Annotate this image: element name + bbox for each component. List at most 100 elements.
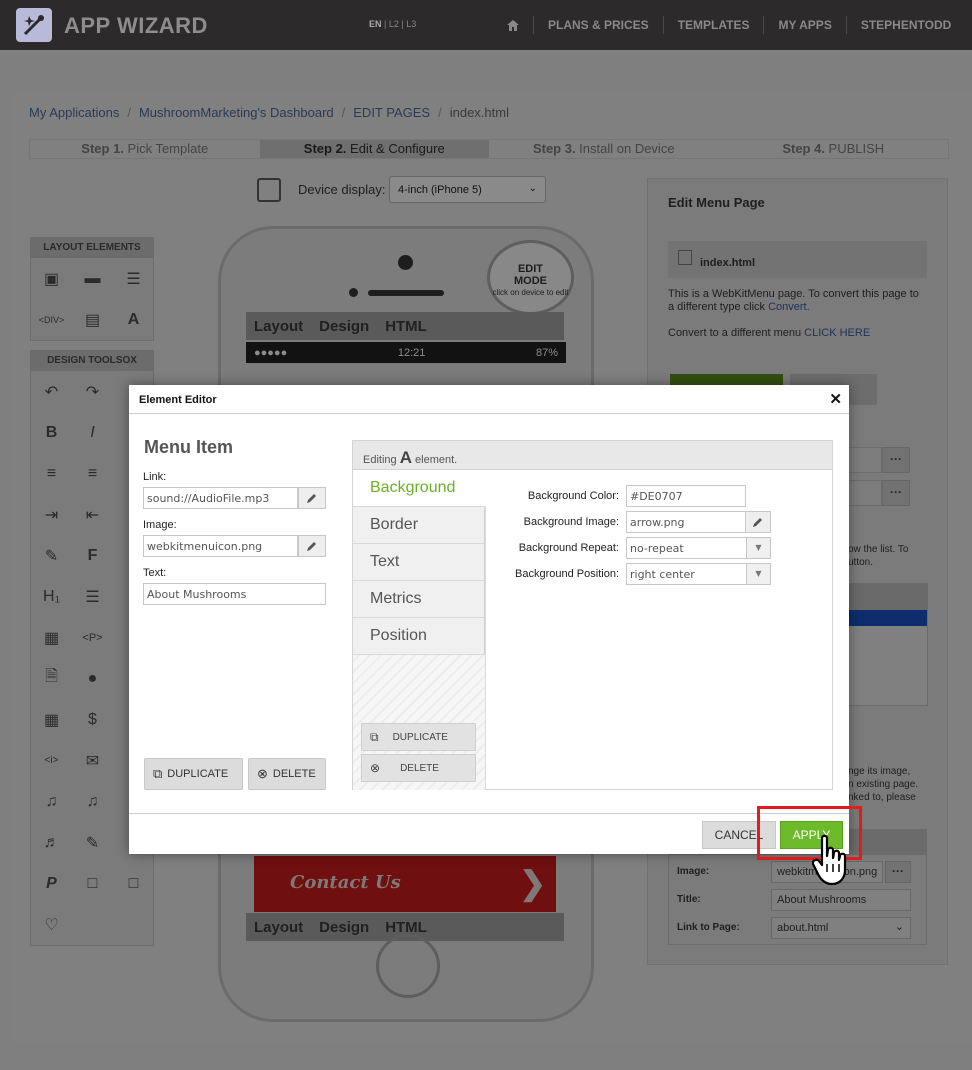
bg-image-input[interactable]: arrow.png <box>626 511 746 533</box>
edit-doc-icon[interactable]: ✎ <box>72 822 113 863</box>
nav-my-apps[interactable]: MY APPS <box>763 16 845 34</box>
language-switcher[interactable]: EN | L2 | L3 <box>369 19 416 29</box>
edit-bg-image-button[interactable] <box>745 511 771 533</box>
image-element-icon[interactable]: ▣ <box>31 258 72 299</box>
duplicate-style-button[interactable]: ⧉ DUPLICATE <box>361 723 476 751</box>
align-right-icon[interactable]: ≡ <box>72 453 113 494</box>
nav-templates[interactable]: TEMPLATES <box>662 16 764 34</box>
bg-repeat-select[interactable]: no-repeat ▼ <box>626 537 771 559</box>
bg-position-select[interactable]: right center ▼ <box>626 563 771 585</box>
style-tabs: Background Border Text Metrics Position … <box>353 470 486 790</box>
div-tag-icon[interactable]: <i> <box>31 740 72 781</box>
more-icon[interactable]: ··· <box>882 480 910 506</box>
tab-layout[interactable]: Layout <box>246 318 311 335</box>
table-icon[interactable]: ▦ <box>31 617 72 658</box>
dollar-icon[interactable]: $ <box>72 699 113 740</box>
lang-l3[interactable]: L3 <box>406 19 416 29</box>
delete-style-button[interactable]: ⊗ DELETE <box>361 754 476 782</box>
step-1[interactable]: Step 1. Pick Template <box>30 140 260 158</box>
menu-item-heading: Menu Item <box>144 437 234 457</box>
edit-image-button[interactable] <box>298 535 326 557</box>
delete-item-button[interactable]: ⊗ DELETE <box>248 758 326 790</box>
italic-icon[interactable]: I <box>72 412 113 453</box>
image-input[interactable]: webkitmenuicon.png <box>143 535 298 557</box>
article-element-icon[interactable]: ▤ <box>72 299 113 340</box>
more-icon[interactable]: ··· <box>885 861 911 883</box>
add-cart-icon[interactable]: □ <box>72 863 113 904</box>
redo-icon[interactable]: ↷ <box>72 371 113 412</box>
step-4[interactable]: Step 4. PUBLISH <box>719 140 949 158</box>
favorite-icon[interactable]: ♡ <box>31 904 72 945</box>
top-bar: APP WIZARD EN | L2 | L3 PLANS & PRICES T… <box>0 0 972 50</box>
paypal-icon[interactable]: P <box>31 863 72 904</box>
tab-design-bottom[interactable]: Design <box>311 919 377 936</box>
badge-edit: EDIT <box>517 263 544 275</box>
breadcrumb-edit-pages[interactable]: EDIT PAGES <box>353 105 430 120</box>
breadcrumb-my-applications[interactable]: My Applications <box>29 105 119 120</box>
link-input[interactable]: sound://AudioFile.mp3 <box>143 487 298 509</box>
speaker-icon[interactable]: ♬ <box>31 822 72 863</box>
tab-layout-bottom[interactable]: Layout <box>246 919 311 936</box>
list-element-icon[interactable]: ☰ <box>113 258 154 299</box>
tab-design[interactable]: Design <box>311 318 377 335</box>
heading-icon[interactable]: H₁ <box>31 576 72 617</box>
div-element-icon[interactable]: <DIV> <box>31 299 72 340</box>
audio-icon[interactable]: ♫ <box>31 781 72 822</box>
indent-icon[interactable]: ⇥ <box>31 494 72 535</box>
text-input[interactable]: About Mushrooms <box>143 583 326 605</box>
breadcrumb-dashboard[interactable]: MushroomMarketing's Dashboard <box>139 105 334 120</box>
step-3-label: Install on Device <box>575 141 675 156</box>
nav-home[interactable] <box>493 16 533 34</box>
more-icon[interactable]: ··· <box>882 447 910 473</box>
bold-icon[interactable]: B <box>31 412 72 453</box>
rotate-device-icon[interactable] <box>257 178 281 202</box>
font-icon[interactable]: F <box>72 535 113 576</box>
step-2[interactable]: Step 2. Edit & Configure <box>259 140 489 158</box>
app-logo[interactable] <box>16 8 52 42</box>
click-here-link[interactable]: CLICK HERE <box>804 327 870 339</box>
outdent-icon[interactable]: ⇤ <box>72 494 113 535</box>
form-image-label: Image: <box>677 866 710 877</box>
tab-text[interactable]: Text <box>353 544 485 581</box>
tab-metrics[interactable]: Metrics <box>353 581 485 618</box>
duplicate-item-button[interactable]: ⧉ DUPLICATE <box>144 758 243 790</box>
undo-icon[interactable]: ↶ <box>31 371 72 412</box>
editing-post: element. <box>411 454 458 466</box>
button-element-icon[interactable]: ▬ <box>72 258 113 299</box>
lang-en[interactable]: EN <box>369 19 382 29</box>
hint-2: utton. <box>848 557 874 568</box>
paragraph-icon[interactable]: <P> <box>72 617 113 658</box>
cart-icon[interactable]: □ <box>113 863 154 904</box>
page-file: index.html <box>668 241 927 278</box>
bg-color-input[interactable]: #DE0707 <box>626 485 746 507</box>
step-3[interactable]: Step 3. Install on Device <box>489 140 719 158</box>
tab-border[interactable]: Border <box>353 507 485 544</box>
contact-us-menu-item[interactable]: Contact Us ❯ <box>254 856 556 912</box>
convert-link[interactable]: Convert. <box>768 301 810 313</box>
form-link-select[interactable]: about.html ⌄ <box>771 917 911 939</box>
form-title-field[interactable]: About Mushrooms <box>771 889 911 911</box>
map-icon[interactable]: ▦ <box>31 699 72 740</box>
pencil-icon <box>307 494 316 503</box>
text-element-icon[interactable]: A <box>113 299 154 340</box>
nav-plans-prices[interactable]: PLANS & PRICES <box>533 16 663 34</box>
tab-position[interactable]: Position <box>353 618 485 655</box>
tab-html[interactable]: HTML <box>377 318 435 335</box>
tab-background[interactable]: Background <box>353 470 486 507</box>
phone-view-tabs-top: Layout Design HTML <box>246 312 564 340</box>
lang-l2[interactable]: L2 <box>389 19 399 29</box>
tab-html-bottom[interactable]: HTML <box>377 919 435 936</box>
file-icon[interactable]: 🗎 <box>31 658 72 699</box>
nav-user[interactable]: STEPHENTODD <box>845 16 965 34</box>
wizard-wand-icon <box>23 15 44 36</box>
bullet-list-icon[interactable]: ☰ <box>72 576 113 617</box>
device-display-select[interactable]: 4-inch (iPhone 5) ⌄ <box>389 176 546 203</box>
pen-icon[interactable]: ✎ <box>31 535 72 576</box>
audio-settings-icon[interactable]: ♫ <box>72 781 113 822</box>
close-icon[interactable]: ✕ <box>829 390 842 408</box>
home-icon <box>507 20 519 31</box>
edit-link-button[interactable] <box>298 487 326 509</box>
globe-icon[interactable]: ● <box>72 658 113 699</box>
align-left-icon[interactable]: ≡ <box>31 453 72 494</box>
mail-icon[interactable]: ✉ <box>72 740 113 781</box>
